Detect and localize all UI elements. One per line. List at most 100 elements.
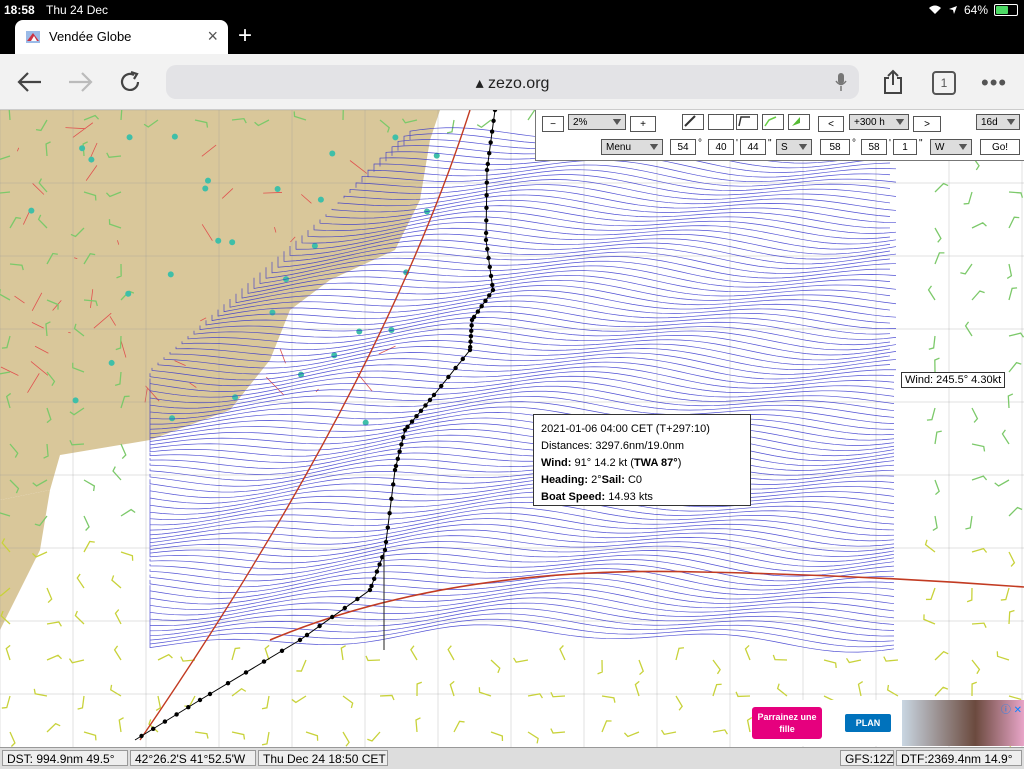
lat-deg-input[interactable]: 54 xyxy=(670,139,696,155)
route-waypoint xyxy=(226,681,230,685)
forecast-select[interactable]: 16d xyxy=(976,114,1020,130)
address-bar[interactable]: ▴ zezo.org xyxy=(166,65,859,99)
wind-calm-dot xyxy=(215,238,221,244)
ad-banner[interactable]: Parrainez une fille PLAN ⓘ ✕ xyxy=(752,700,1024,746)
weather-routing-map[interactable] xyxy=(0,110,1024,747)
min-symbol-2: ' xyxy=(889,138,891,149)
reload-button[interactable] xyxy=(115,67,145,97)
line-tool-button[interactable] xyxy=(736,114,758,130)
route-tool-button[interactable] xyxy=(762,114,784,130)
popup-speed: Boat Speed: 14.93 kts xyxy=(541,489,743,506)
ruler-tool-button[interactable] xyxy=(682,114,704,130)
min-symbol: ' xyxy=(736,138,738,149)
go-button[interactable]: Go! xyxy=(980,139,1020,155)
back-button[interactable] xyxy=(15,67,45,97)
tab-switcher-button[interactable]: 1 xyxy=(932,71,956,95)
sec-symbol: " xyxy=(768,138,772,149)
route-waypoint xyxy=(399,442,403,446)
route-waypoint xyxy=(151,727,155,731)
route-waypoint xyxy=(483,299,487,303)
route-waypoint xyxy=(244,670,248,674)
status-bar: 18:58 Thu 24 Dec 64% xyxy=(0,0,1024,20)
route-waypoint xyxy=(488,140,492,144)
wind-calm-dot xyxy=(109,360,115,366)
route-waypoint xyxy=(469,323,473,327)
lon-sec-input[interactable]: 1 xyxy=(893,139,917,155)
route-waypoint xyxy=(487,293,491,297)
lat-hemisphere-select[interactable]: S xyxy=(776,139,812,155)
tab-close-button[interactable]: × xyxy=(207,26,218,47)
share-button[interactable] xyxy=(878,67,908,97)
time-next-button[interactable]: > xyxy=(913,116,941,132)
more-options-button[interactable]: ••• xyxy=(981,70,1007,96)
route-waypoint xyxy=(401,435,405,439)
tab-title: Vendée Globe xyxy=(49,29,131,44)
tab-vendee-globe[interactable]: Vendée Globe × xyxy=(15,20,228,54)
wind-calm-dot xyxy=(331,352,337,358)
battery-percent: 64% xyxy=(964,3,988,17)
route-waypoint xyxy=(174,712,178,716)
microphone-icon[interactable] xyxy=(835,72,847,92)
route-waypoint xyxy=(396,457,400,461)
menu-select[interactable]: Menu xyxy=(601,139,663,155)
blank-tool-button[interactable] xyxy=(708,114,734,130)
time-prev-button[interactable]: < xyxy=(818,116,844,132)
route-waypoint xyxy=(469,329,473,333)
wind-calm-dot xyxy=(205,178,211,184)
status-date: Thu 24 Dec xyxy=(46,3,108,17)
route-waypoint xyxy=(489,274,493,278)
route-waypoint xyxy=(490,283,494,287)
zoom-out-button[interactable]: − xyxy=(542,116,564,132)
wind-calm-dot xyxy=(232,394,238,400)
wind-calm-dot xyxy=(275,186,281,192)
route-waypoint xyxy=(139,734,143,738)
zoom-in-button[interactable]: + xyxy=(630,116,656,132)
sec-symbol-2: " xyxy=(919,138,923,149)
route-waypoint xyxy=(476,309,480,313)
wind-calm-dot xyxy=(329,151,335,157)
route-waypoint xyxy=(386,525,390,529)
zoom-select[interactable]: 2% xyxy=(568,114,626,130)
route-waypoint xyxy=(394,464,398,468)
route-waypoint xyxy=(330,615,334,619)
url-display[interactable]: ▴ zezo.org xyxy=(166,73,859,93)
land-coast xyxy=(0,490,50,630)
route-waypoint xyxy=(377,562,381,566)
new-tab-button[interactable]: + xyxy=(238,22,252,50)
route-waypoint xyxy=(453,366,457,370)
route-waypoint xyxy=(262,659,266,663)
ad-close-button[interactable]: ⓘ ✕ xyxy=(1001,701,1022,716)
time-step-select[interactable]: +300 h xyxy=(849,114,909,130)
lat-sec-input[interactable]: 44 xyxy=(740,139,766,155)
lat-min-input[interactable]: 40 xyxy=(708,139,734,155)
forward-button[interactable] xyxy=(65,67,95,97)
deg-symbol: ° xyxy=(698,138,702,149)
forward-arrow-icon xyxy=(67,71,93,93)
ad-cta-button[interactable]: Parrainez une fille xyxy=(752,707,822,739)
route-waypoint xyxy=(461,357,465,361)
route-waypoint xyxy=(410,419,414,423)
route-waypoint xyxy=(368,588,372,592)
route-waypoint xyxy=(484,231,488,235)
route-waypoint xyxy=(491,119,495,123)
route-waypoint xyxy=(484,206,488,210)
map-view[interactable]: − 2% + < +300 h > 16d Menu 54 ° 40 ' 44 … xyxy=(0,110,1024,747)
route-waypoint xyxy=(470,318,474,322)
lon-deg-input[interactable]: 58 xyxy=(820,139,850,155)
gfs-readout: GFS:12Z xyxy=(840,750,894,766)
wind-calm-dot xyxy=(202,186,208,192)
route-waypoint xyxy=(488,265,492,269)
route-waypoint xyxy=(490,129,494,133)
wind-tool-button[interactable] xyxy=(788,114,810,130)
route-waypoint xyxy=(468,339,472,343)
route-waypoint xyxy=(305,633,309,637)
wind-calm-dot xyxy=(312,243,318,249)
lon-hemisphere-select[interactable]: W xyxy=(930,139,972,155)
wifi-icon xyxy=(928,5,942,15)
position-readout: 42°26.2'S 41°52.5'W xyxy=(130,750,256,766)
location-icon xyxy=(948,5,958,15)
lon-min-input[interactable]: 58 xyxy=(861,139,887,155)
route-waypoint xyxy=(389,497,393,501)
route-waypoint xyxy=(446,375,450,379)
route-waypoint xyxy=(375,569,379,573)
